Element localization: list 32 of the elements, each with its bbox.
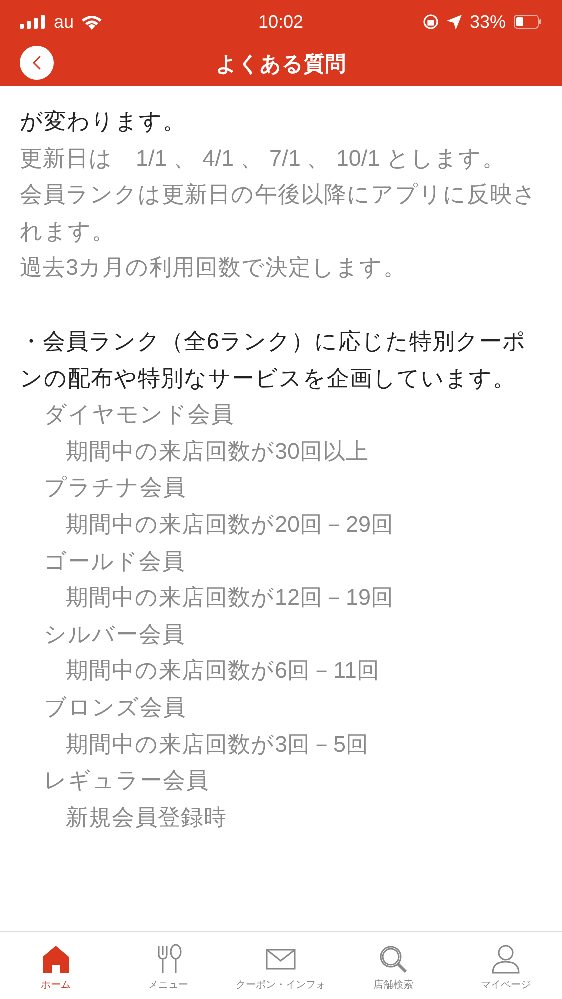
tab-item[interactable]: 店舗検索 bbox=[337, 932, 450, 999]
location-arrow-icon bbox=[446, 14, 462, 30]
rotation-lock-icon bbox=[422, 14, 439, 30]
note-text: 更新日は 1/1 、 4/1 、 7/1 、 10/1 とします。 bbox=[20, 144, 506, 173]
rank-name: レギュラー会員 bbox=[43, 767, 210, 796]
signal-icon bbox=[20, 15, 46, 29]
rank-condition: 期間中の来店回数が12回－19回 bbox=[65, 584, 396, 612]
status-time: 10:02 bbox=[258, 10, 304, 34]
rank-name: ゴールド会員 bbox=[43, 548, 186, 576]
tab-item[interactable]: クーポン・インフォ bbox=[224, 932, 338, 999]
carrier-text: au bbox=[54, 10, 74, 34]
battery-icon bbox=[514, 15, 542, 29]
tab-item[interactable]: ホーム bbox=[0, 932, 112, 999]
note-text: 過去3カ月の利用回数で決定します。 bbox=[20, 254, 408, 282]
rank-condition: 期間中の来店回数が30回以上 bbox=[65, 438, 370, 466]
tab-item[interactable]: マイページ bbox=[450, 932, 562, 999]
rank-condition: 期間中の来店回数が6回－11回 bbox=[65, 657, 381, 686]
rank-condition: 期間中の来店回数が3回－5回 bbox=[65, 730, 370, 758]
back-button[interactable] bbox=[20, 46, 54, 80]
paragraph: が変わります。 bbox=[20, 108, 187, 136]
note-text: 会員ランクは更新日の午後以降にアプリに反映されます。 bbox=[20, 181, 538, 246]
battery-percent: 33% bbox=[470, 10, 506, 34]
tab-item[interactable]: メニュー bbox=[112, 932, 225, 999]
rank-name: プラチナ会員 bbox=[43, 474, 187, 502]
wifi-icon bbox=[82, 14, 102, 30]
rank-name: シルバー会員 bbox=[43, 620, 186, 649]
paragraph: ・会員ランク（全6ランク）に応じた特別クーポンの配布や特別なサービスを企画しています。 bbox=[20, 328, 528, 393]
rank-name: ブロンズ会員 bbox=[43, 694, 187, 722]
rank-name: ダイヤモンド会員 bbox=[43, 401, 235, 430]
page-title: よくある質問 bbox=[216, 52, 346, 78]
rank-condition: 新規会員登録時 bbox=[65, 804, 228, 832]
rank-condition: 期間中の来店回数が20回－29回 bbox=[65, 510, 396, 539]
